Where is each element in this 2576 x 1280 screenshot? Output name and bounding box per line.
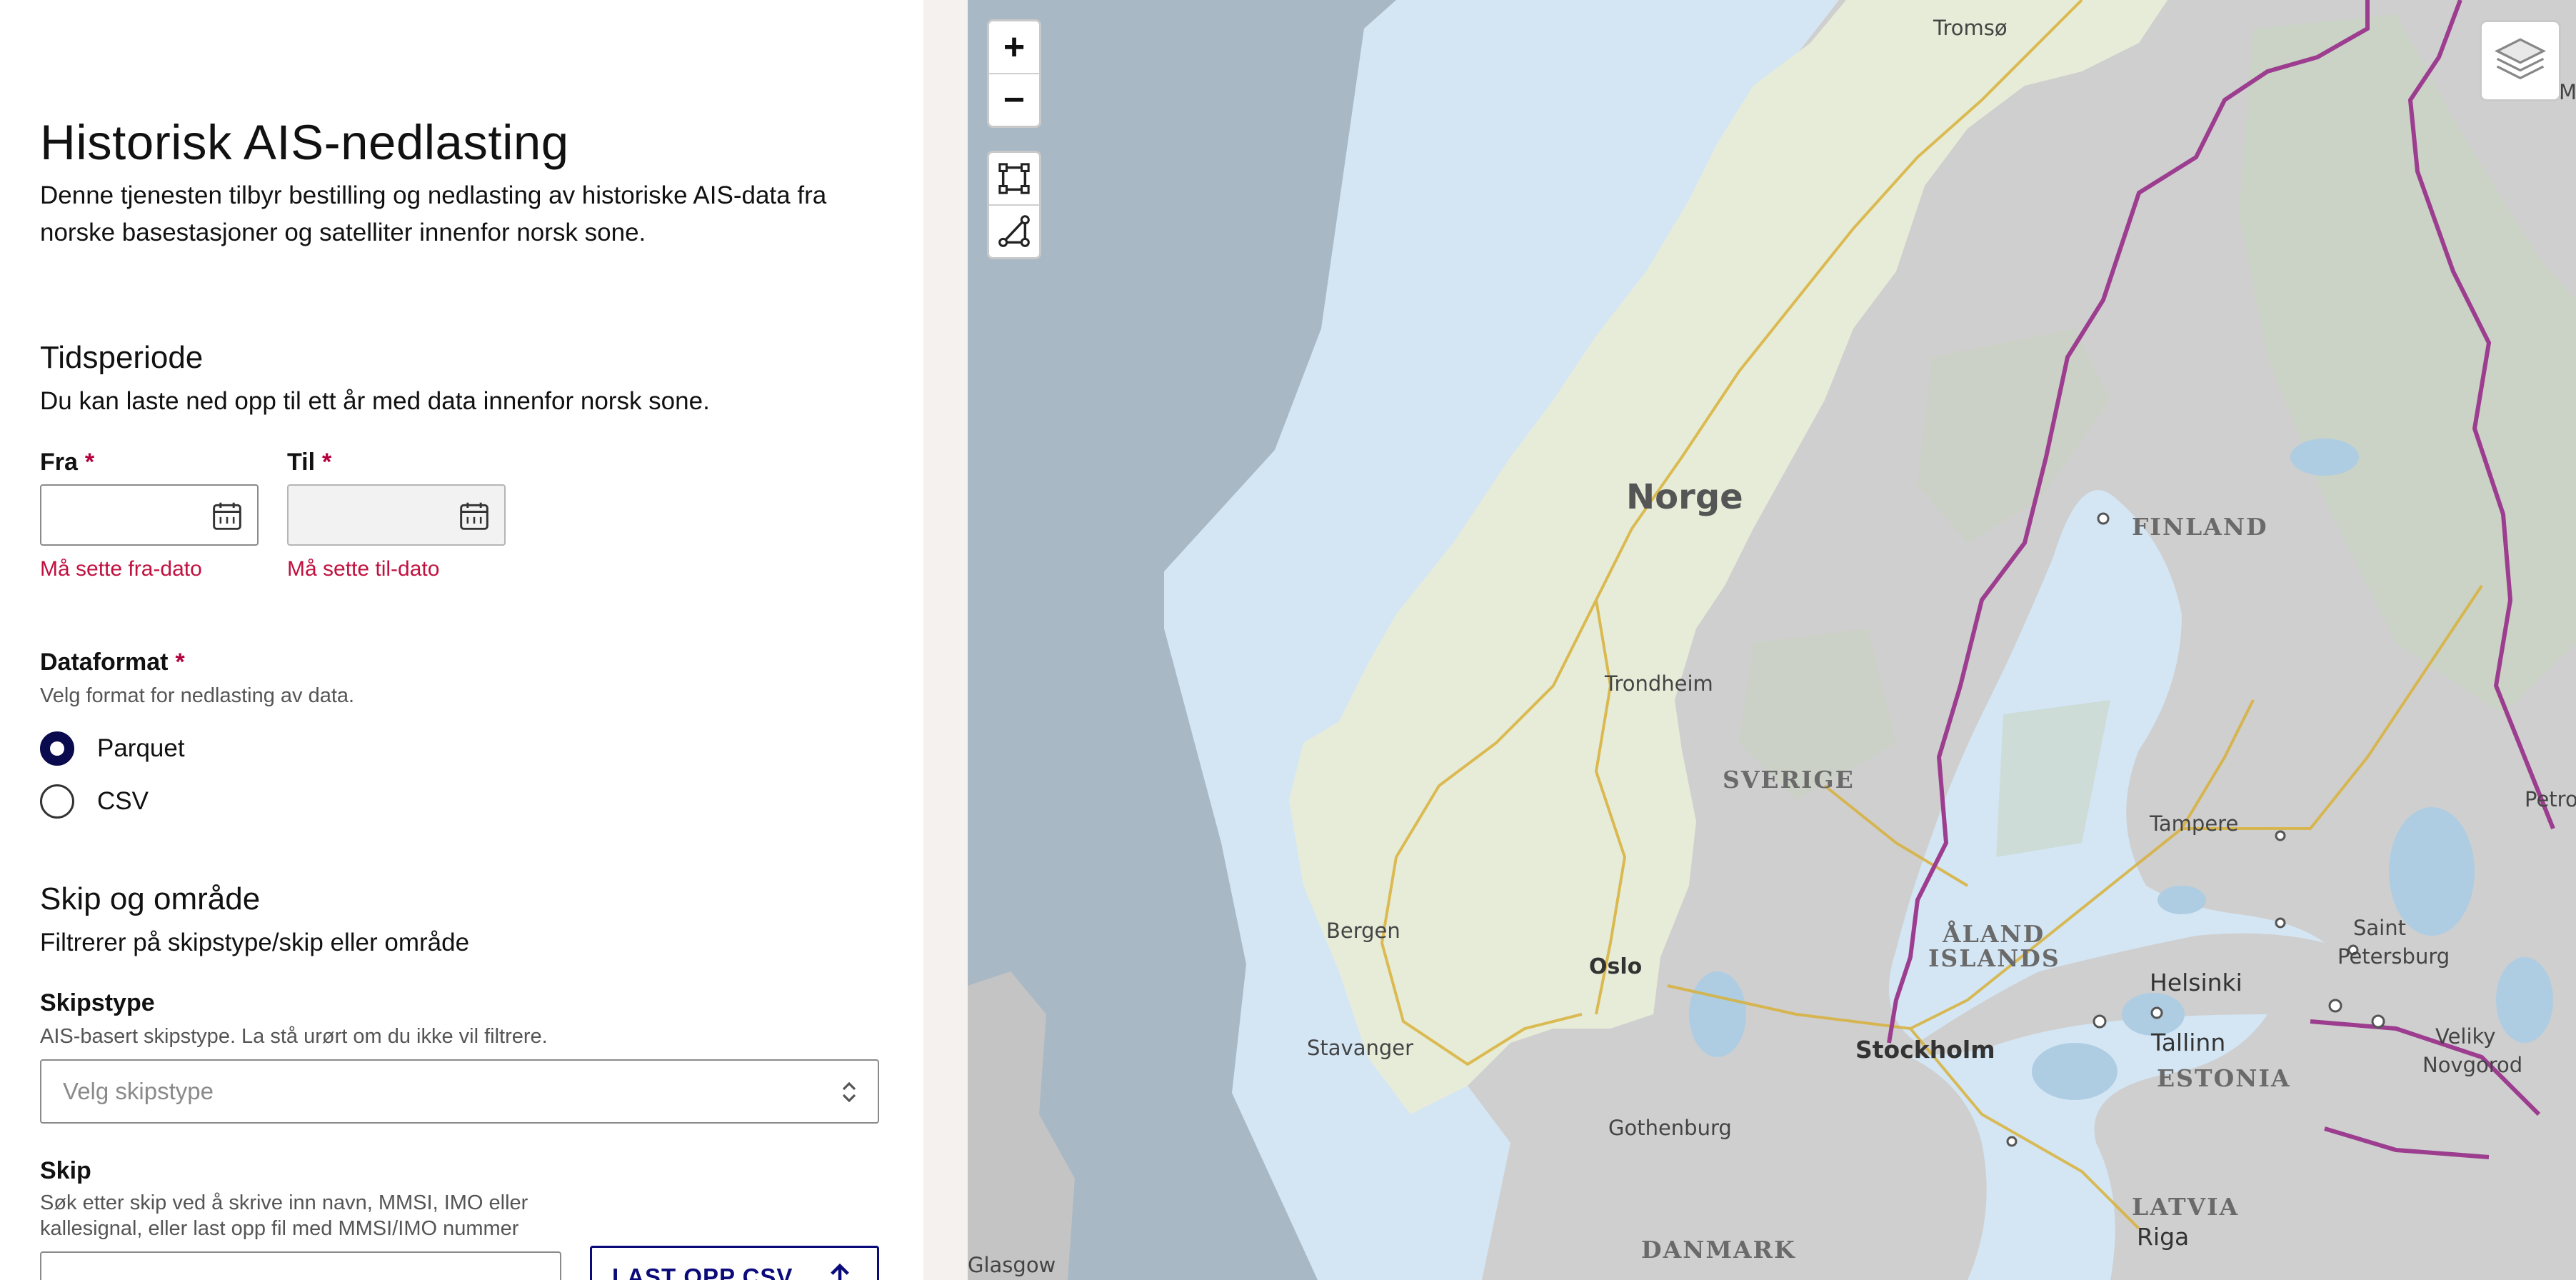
from-label-text: Fra [40,449,78,476]
from-date-input[interactable] [40,484,259,546]
label-sverige: SVERIGE [1723,766,1855,794]
required-mark: * [84,449,95,476]
label-finland: FINLAND [2132,513,2268,541]
label-novgorod: Novgorod [2422,1053,2523,1077]
to-date-error: Må sette til-dato [287,557,440,581]
from-label: Fra * [40,449,94,476]
label-petroz: Petroz [2525,787,2576,811]
label-gothenburg: Gothenburg [1608,1116,1732,1140]
label-oslo: Oslo [1589,954,1643,979]
calendar-icon[interactable] [458,500,490,531]
period-description: Du kan laste ned opp til ett år med data… [40,387,710,415]
format-label-text: Dataformat [40,649,169,676]
layers-icon [2494,38,2547,80]
bbox-draw-icon [998,163,1030,194]
csv-radio[interactable] [40,784,74,819]
draw-polygon-button[interactable] [989,204,1039,257]
layers-button[interactable] [2480,20,2561,101]
required-mark: * [175,649,185,676]
ship-hint-line1: Søk etter skip ved å skrive inn navn, MM… [40,1191,528,1214]
csv-label[interactable]: CSV [97,787,149,816]
parquet-radio[interactable] [40,731,74,766]
label-stockholm: Stockholm [1855,1036,1995,1064]
chevron-updown-icon [842,1081,856,1103]
label-petersburg: Petersburg [2337,944,2450,969]
label-bergen: Bergen [1326,919,1400,943]
label-islands: ISLANDS [1928,944,2060,972]
period-heading: Tidsperiode [40,340,204,375]
zoom-out-button[interactable]: − [989,73,1039,126]
map-base [968,0,2576,1280]
to-label: Til * [287,449,331,476]
required-mark: * [322,449,332,476]
label-tallinn: Tallinn [2151,1029,2226,1056]
zoom-in-button[interactable]: + [989,21,1039,73]
format-label: Dataformat * [40,649,185,676]
from-date-error: Må sette fra-dato [40,557,202,581]
to-date-input[interactable] [287,484,506,546]
map-view[interactable]: Norge FINLAND SVERIGE ÅLAND ISLANDS ESTO… [968,0,2576,1280]
draw-rectangle-button[interactable] [989,153,1039,204]
ship-hint-line2: kallesignal, eller last opp fil med MMSI… [40,1217,519,1240]
label-tromso: Tromsø [1933,16,2008,40]
upload-csv-label: LAST OPP CSV [612,1264,793,1280]
zoom-control: + − [987,19,1041,128]
page-title: Historisk AIS-nedlasting [40,115,569,170]
ships-heading: Skip og område [40,881,261,916]
label-helsinki: Helsinki [2150,969,2242,996]
label-estonia: ESTONIA [2157,1064,2291,1092]
label-tampere: Tampere [2150,811,2239,836]
upload-arrow-icon [831,1263,849,1280]
panel-divider [923,0,968,1280]
ship-label: Skip [40,1157,91,1184]
ship-search-input[interactable] [40,1251,561,1280]
parquet-label[interactable]: Parquet [97,734,185,763]
label-stavanger: Stavanger [1307,1036,1414,1060]
page-intro: Denne tjenesten tilbyr bestilling og ned… [40,181,827,246]
ship-type-hint: AIS-basert skipstype. La stå urørt om du… [40,1025,548,1048]
format-hint: Velg format for nedlasting av data. [40,684,355,707]
ships-description: Filtrerer på skipstype/skip eller område [40,929,470,956]
label-trondheim: Trondheim [1605,671,1713,696]
to-label-text: Til [287,449,316,476]
label-murmansk-partial: M [2559,80,2576,104]
upload-csv-button[interactable]: LAST OPP CSV [590,1246,879,1280]
label-latvia: LATVIA [2132,1193,2240,1221]
ship-type-placeholder: Velg skipstype [63,1078,214,1104]
draw-control [987,151,1041,259]
label-norge: Norge [1626,477,1743,517]
label-veliky: Veliky [2435,1024,2496,1049]
label-denmark: DANMARK [1641,1236,1796,1264]
calendar-icon[interactable] [211,500,243,531]
order-form-panel: Historisk AIS-nedlasting Denne tjenesten… [0,0,923,1280]
ship-type-label: Skipstype [40,989,155,1016]
label-riga: Riga [2137,1223,2190,1251]
label-glasgow: Glasgow [968,1253,1056,1277]
polygon-draw-icon [998,215,1030,247]
ship-type-select[interactable]: Velg skipstype [40,1059,879,1124]
label-saint: Saint [2353,916,2406,940]
